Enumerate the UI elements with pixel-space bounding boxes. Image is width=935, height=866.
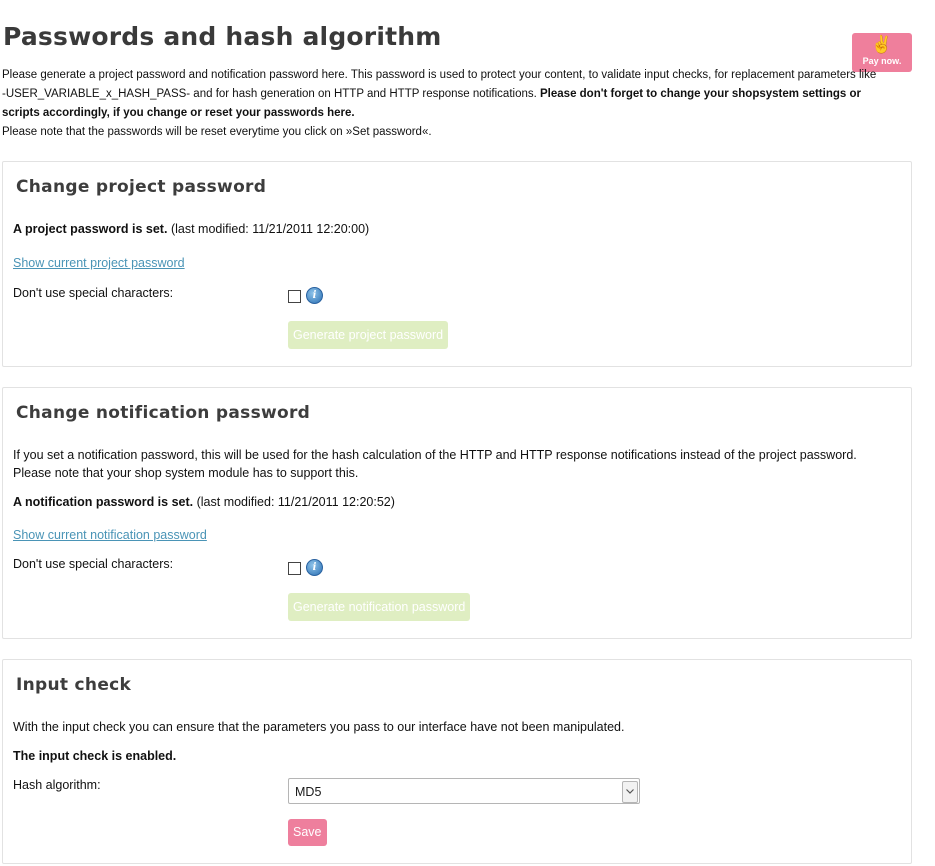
project-special-chars-label: Don't use special characters: [13, 286, 174, 300]
info-icon[interactable]: i [306, 559, 323, 576]
notification-password-modified: (last modified: 11/21/2011 12:20:52) [196, 495, 395, 509]
intro-text: Please generate a project password and n… [2, 66, 882, 142]
hash-algorithm-select[interactable]: MD5 [288, 778, 640, 804]
save-button[interactable]: Save [288, 819, 327, 846]
project-password-heading: Change project password [16, 177, 267, 197]
chevron-down-icon[interactable] [622, 781, 638, 803]
hash-algorithm-value: MD5 [295, 785, 322, 799]
show-notification-password-link[interactable]: Show current notification password [13, 528, 207, 542]
input-check-description: With the input check you can ensure that… [13, 720, 625, 734]
notification-special-chars-label: Don't use special characters: [13, 557, 174, 571]
generate-notification-password-button[interactable]: Generate notification password [288, 593, 471, 621]
input-check-panel: Input check With the input check you can… [2, 659, 912, 864]
notification-password-status: A notification password is set. (last mo… [13, 493, 395, 511]
input-check-heading: Input check [16, 675, 132, 695]
notification-special-chars-checkbox[interactable] [288, 562, 301, 575]
generate-project-password-button[interactable]: Generate project password [288, 321, 449, 349]
info-icon[interactable]: i [306, 287, 323, 304]
project-special-chars-checkbox[interactable] [288, 290, 301, 303]
project-password-status: A project password is set. (last modifie… [13, 220, 369, 238]
page-title: Passwords and hash algorithm [3, 22, 442, 51]
show-project-password-link[interactable]: Show current project password [13, 256, 185, 270]
notification-description-2: Please note that your shop system module… [13, 466, 359, 480]
project-password-status-bold: A project password is set. [13, 222, 168, 236]
notification-password-panel: Change notification password If you set … [2, 387, 912, 639]
input-check-status: The input check is enabled. [13, 749, 177, 763]
hash-algorithm-label: Hash algorithm: [13, 778, 101, 792]
project-password-modified: (last modified: 11/21/2011 12:20:00) [170, 222, 370, 236]
peace-hand-icon: ✌ [871, 35, 893, 54]
notification-password-heading: Change notification password [16, 403, 311, 423]
pay-now-label: Pay now. [862, 56, 902, 66]
notification-description: If you set a notification password, this… [13, 446, 893, 482]
notification-password-status-bold: A notification password is set. [13, 495, 194, 509]
notification-description-1: If you set a notification password, this… [13, 448, 857, 462]
intro-line-2: Please note that the passwords will be r… [2, 126, 432, 138]
project-password-panel: Change project password A project passwo… [2, 161, 912, 367]
